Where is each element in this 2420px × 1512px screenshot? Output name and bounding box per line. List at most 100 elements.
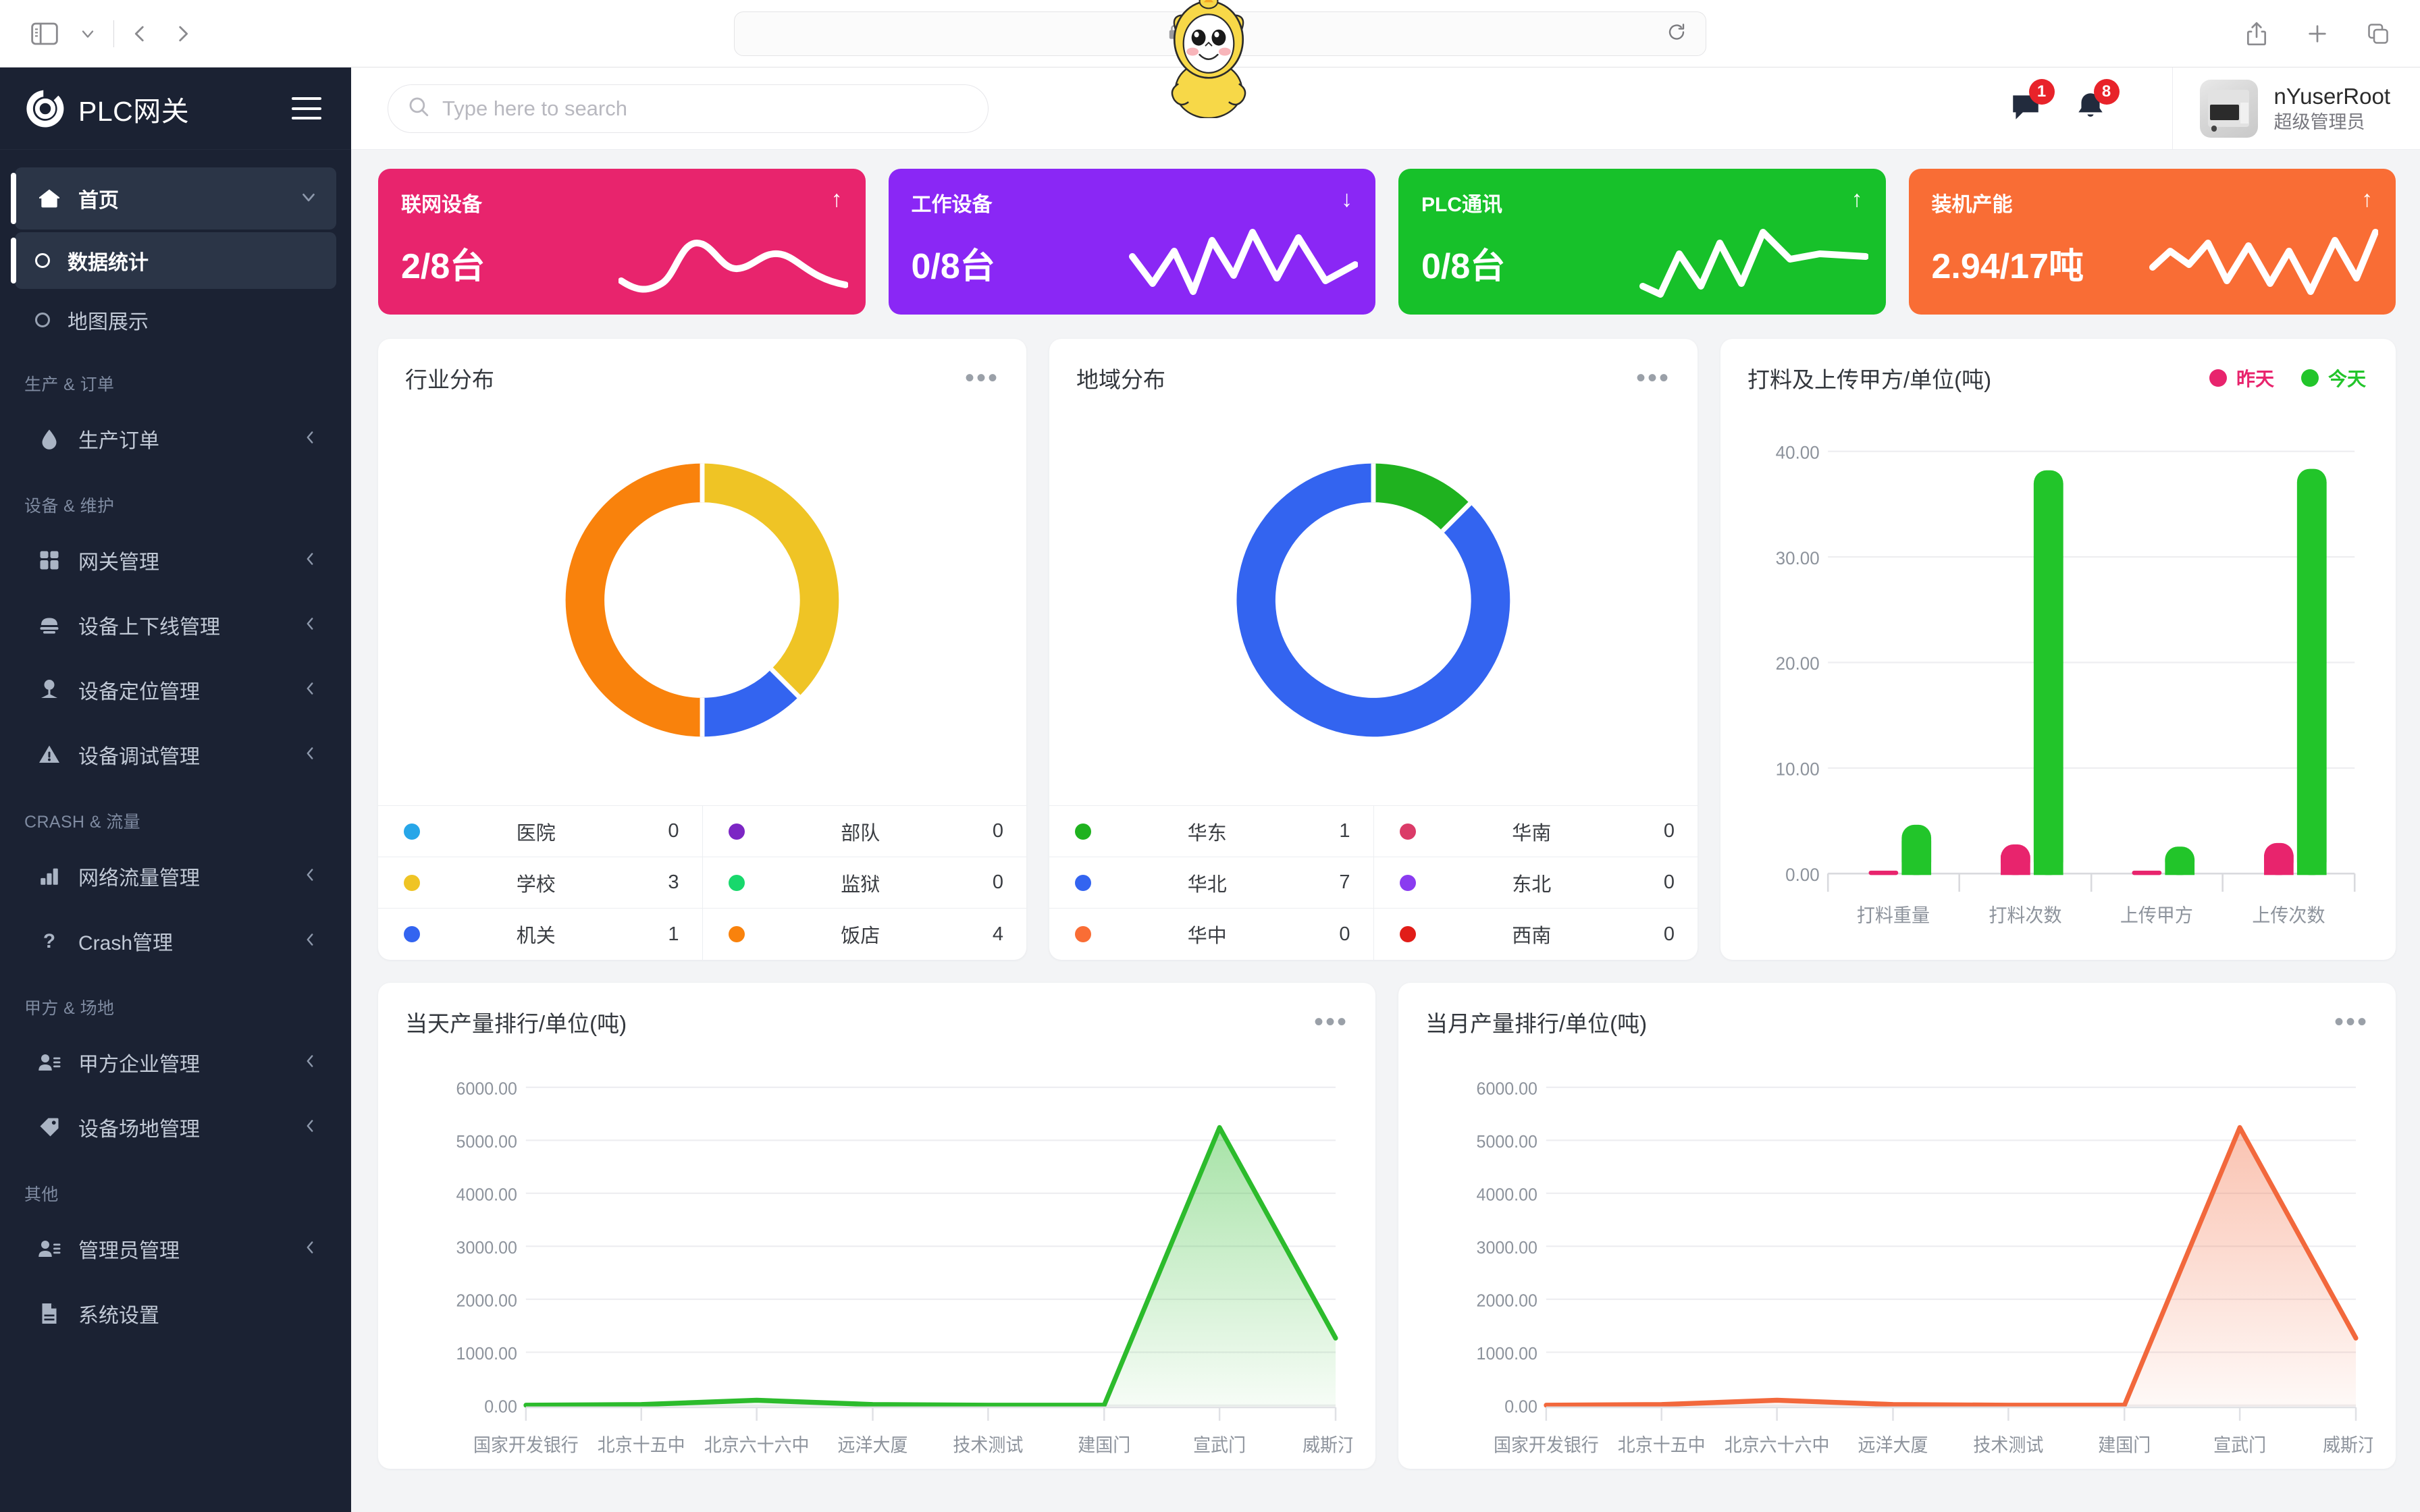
sidebar-item-system-settings[interactable]: 系统设置 <box>15 1282 336 1345</box>
messages-button[interactable]: 1 <box>2009 79 2055 127</box>
forward-button[interactable] <box>161 12 205 55</box>
address-bar[interactable]: .com <box>733 11 1706 56</box>
sidebar-item-network-traffic[interactable]: 网络流量管理 <box>15 845 336 907</box>
ring-icon <box>35 313 50 327</box>
search-box[interactable] <box>388 84 989 133</box>
user-name: nYuserRoot <box>2273 84 2390 109</box>
legend-row[interactable]: 监狱 0 <box>702 857 1026 909</box>
legend-row[interactable]: 华东 1 <box>1049 806 1373 857</box>
more-dots-icon[interactable]: ••• <box>1314 1008 1348 1035</box>
chevron-left-icon[interactable] <box>301 866 319 887</box>
legend-row[interactable]: 东北 0 <box>1373 857 1698 909</box>
legend-row[interactable]: 学校 3 <box>378 857 702 909</box>
sidebar-item-label: 管理员管理 <box>78 1240 180 1262</box>
hamburger-icon[interactable] <box>292 97 321 119</box>
sidebar-item-device-location[interactable]: 设备定位管理 <box>15 659 336 721</box>
svg-text:远洋大厦: 远洋大厦 <box>838 1434 908 1455</box>
reload-icon[interactable] <box>1666 22 1687 45</box>
location-pin-icon <box>35 676 63 704</box>
legend-row[interactable]: 西南 0 <box>1374 909 1698 960</box>
chevron-left-icon[interactable] <box>301 931 319 952</box>
sidebar-brand[interactable]: PLC网关 <box>0 68 351 150</box>
svg-text:北京六十六中: 北京六十六中 <box>704 1434 810 1455</box>
sidebar-item-device-debug[interactable]: 设备调试管理 <box>15 724 336 786</box>
legend-row[interactable]: 华中 0 <box>1049 909 1373 960</box>
sidebar-item-crash-management[interactable]: ? Crash管理 <box>15 910 336 972</box>
legend-value: 0 <box>668 820 679 842</box>
donut-chart-industry <box>378 394 1026 805</box>
svg-text:宣武门: 宣武门 <box>2213 1434 2266 1455</box>
chevron-left-icon[interactable] <box>301 745 319 765</box>
search-input[interactable] <box>442 96 969 121</box>
legend-row[interactable]: 华北 7 <box>1049 857 1373 909</box>
svg-text:0.00: 0.00 <box>484 1397 517 1417</box>
panel-industry-distribution: 行业分布 ••• 医院 0 学校 3 机关 1 部队 0 监狱 0 饭店 4 <box>378 339 1026 960</box>
svg-text:上传次数: 上传次数 <box>2252 905 2325 926</box>
more-dots-icon[interactable]: ••• <box>1636 364 1671 392</box>
panel-title: 行业分布 <box>405 367 494 392</box>
chevron-left-icon[interactable] <box>301 550 319 571</box>
chevron-down-icon[interactable] <box>298 187 319 211</box>
more-dots-icon[interactable]: ••• <box>965 364 999 392</box>
legend-row[interactable]: 饭店 4 <box>703 909 1027 960</box>
droplet-icon <box>35 425 63 453</box>
svg-text:20.00: 20.00 <box>1776 653 1820 674</box>
notifications-button[interactable]: 8 <box>2074 79 2120 127</box>
chevron-left-icon[interactable] <box>301 1239 319 1260</box>
sidebar-item-client-enterprise[interactable]: 甲方企业管理 <box>15 1031 336 1094</box>
legend-label: 华南 <box>1512 822 1552 844</box>
message-badge: 1 <box>2028 79 2055 105</box>
legend-item-yesterday[interactable]: 昨天 <box>2209 364 2274 392</box>
legend-label: 医院 <box>516 822 556 844</box>
legend-color-dot <box>1399 926 1416 942</box>
chevron-left-icon[interactable] <box>301 1052 319 1073</box>
sidebar-item-map-display[interactable]: 地图展示 <box>15 292 336 348</box>
share-icon[interactable] <box>2235 12 2278 55</box>
legend-row[interactable]: 医院 0 <box>378 806 702 857</box>
chevron-left-icon[interactable] <box>301 680 319 701</box>
legend-item-today[interactable]: 今天 <box>2300 364 2366 392</box>
legend-value: 7 <box>1339 871 1350 893</box>
chevron-left-icon[interactable] <box>301 615 319 636</box>
kpi-card-connected-devices[interactable]: 联网设备 ↑ 2/8台 <box>378 169 866 315</box>
legend-color-dot <box>404 874 420 891</box>
legend-column-right: 部队 0 监狱 0 饭店 4 <box>702 806 1027 960</box>
sidebar-item-device-online-offline[interactable]: 设备上下线管理 <box>15 594 336 656</box>
svg-text:上传甲方: 上传甲方 <box>2120 905 2193 926</box>
browser-nav-controls <box>0 12 205 55</box>
legend-color-dot <box>404 823 420 840</box>
svg-text:1000.00: 1000.00 <box>1477 1344 1537 1364</box>
sidebar-item-admin-management[interactable]: 管理员管理 <box>15 1218 336 1280</box>
chevron-down-icon[interactable] <box>66 12 109 55</box>
tabs-overview-icon[interactable] <box>2357 12 2400 55</box>
svg-text:4000.00: 4000.00 <box>1477 1185 1537 1205</box>
chevron-left-icon[interactable] <box>301 429 319 450</box>
kpi-card-installed-capacity[interactable]: 装机产能 ↑ 2.94/17吨 <box>1908 169 2396 315</box>
svg-text:2000.00: 2000.00 <box>1477 1291 1537 1311</box>
sidebar-item-production-orders[interactable]: 生产订单 <box>15 408 336 470</box>
svg-text:北京十五中: 北京十五中 <box>1618 1434 1706 1455</box>
back-button[interactable] <box>118 12 161 55</box>
sidebar-item-home[interactable]: 首页 <box>11 167 336 230</box>
sidebar-item-gateway-management[interactable]: 网关管理 <box>15 529 336 591</box>
chevron-left-icon[interactable] <box>301 1117 319 1138</box>
kpi-card-working-devices[interactable]: 工作设备 ↓ 0/8台 <box>888 169 1375 315</box>
legend-row[interactable]: 华南 0 <box>1373 806 1698 857</box>
legend-row[interactable]: 机关 1 <box>378 909 702 960</box>
area-chart-canvas-monthly: 6000.00 5000.00 4000.00 3000.00 2000.00 … <box>1398 1038 2396 1469</box>
more-dots-icon[interactable]: ••• <box>2334 1008 2369 1035</box>
sidebar-item-device-site[interactable]: 设备场地管理 <box>15 1096 336 1158</box>
sidebar-item-label: 系统设置 <box>78 1305 159 1327</box>
legend-value: 0 <box>1663 820 1675 842</box>
kpi-card-plc-communication[interactable]: PLC通讯 ↑ 0/8台 <box>1398 169 1886 315</box>
legend-row[interactable]: 部队 0 <box>702 806 1026 857</box>
sidebar-toggle-icon[interactable] <box>23 12 66 55</box>
legend-value: 0 <box>1663 923 1675 945</box>
sidebar-item-data-statistics[interactable]: 数据统计 <box>11 232 336 289</box>
sidebar-group-label: 生产 & 订单 <box>24 375 115 394</box>
dashboard-content: 联网设备 ↑ 2/8台 工作设备 ↓ 0/8台 PLC通讯 ↑ 0/8台 装机产… <box>351 150 2420 1512</box>
user-menu[interactable]: nYuserRoot 超级管理员 <box>2199 79 2420 138</box>
legend-color-dot <box>2300 369 2319 387</box>
panel-title: 当月产量排行/单位(吨) <box>1425 1011 1648 1036</box>
new-tab-icon[interactable] <box>2296 12 2339 55</box>
